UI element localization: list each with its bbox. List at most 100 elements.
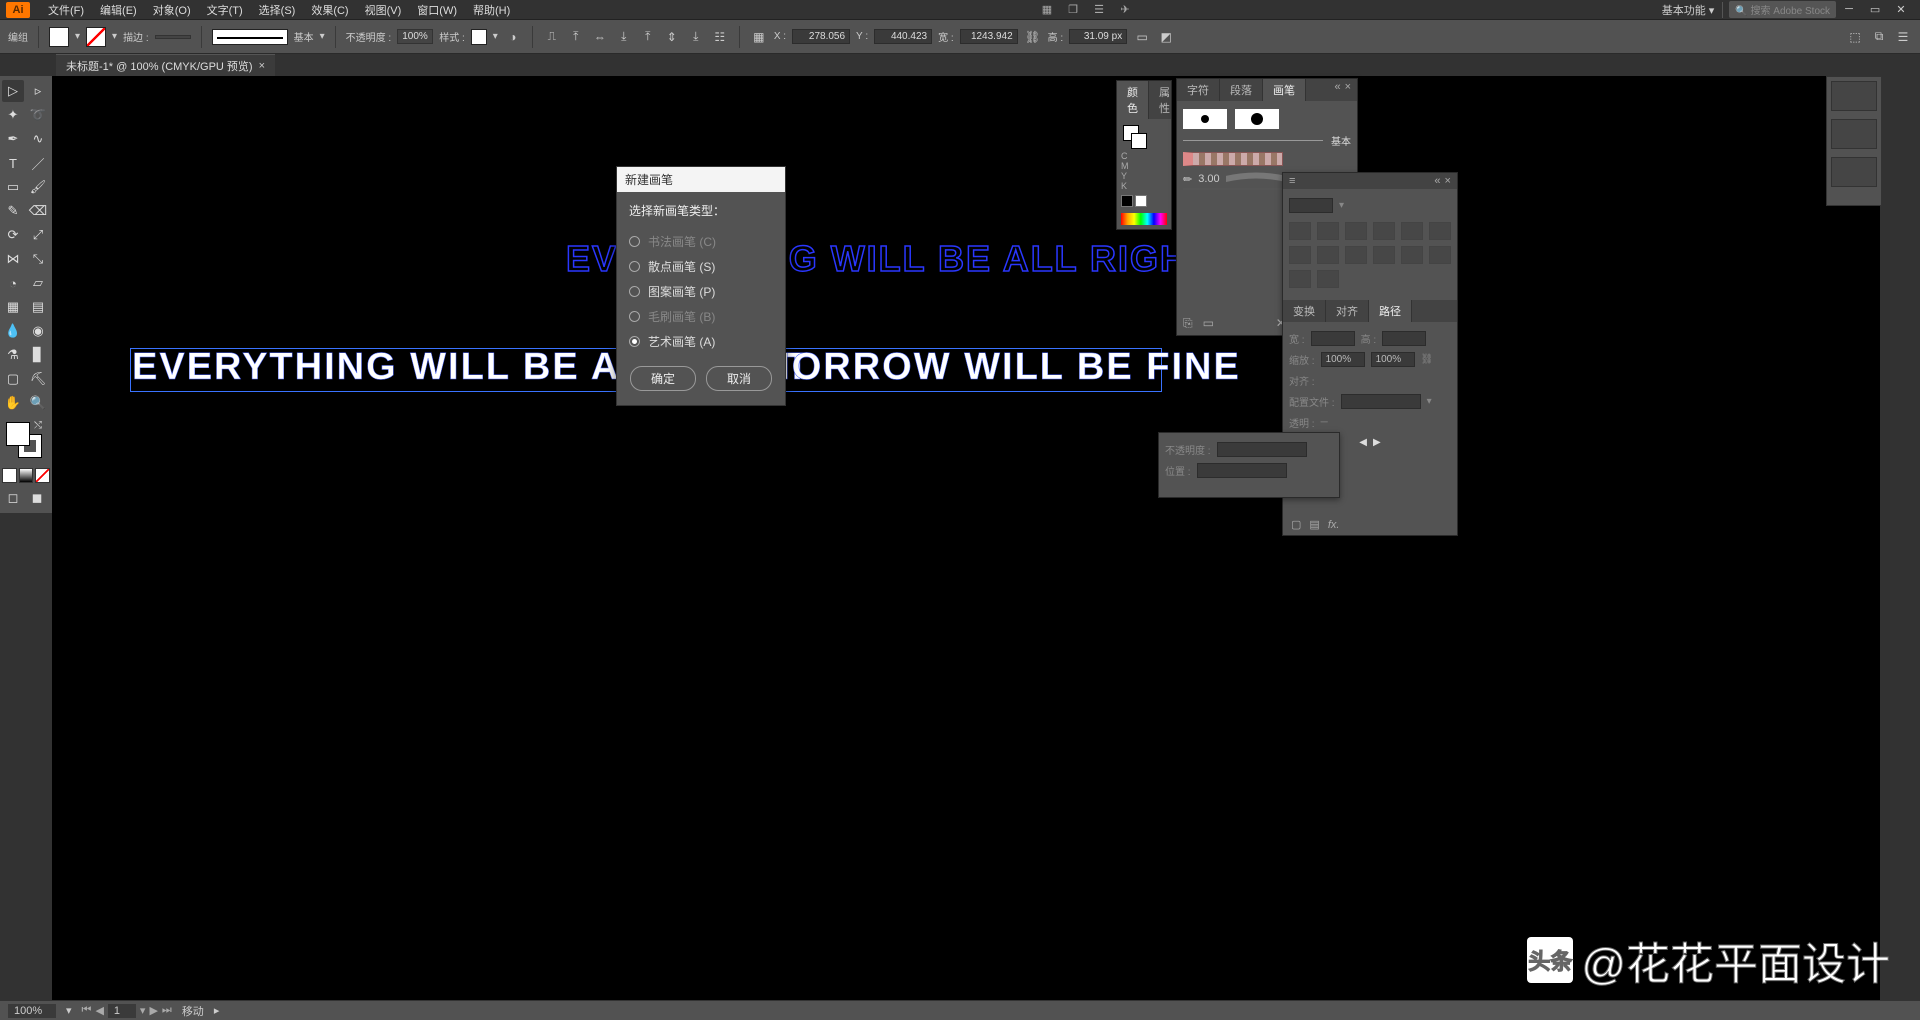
style-dd-icon[interactable]: ▾ — [493, 31, 498, 42]
align-bottom-icon[interactable]: ⤓ — [687, 28, 705, 46]
brush-dd-icon[interactable]: ▾ — [320, 31, 325, 42]
scale-tool[interactable]: ⤢ — [27, 224, 49, 246]
eyedropper-tool[interactable]: 💧 — [2, 320, 24, 342]
perspective-tool[interactable]: ▱ — [27, 272, 49, 294]
align-right-icon[interactable]: ⤓ — [615, 28, 633, 46]
pf-icon-4[interactable] — [1373, 222, 1395, 240]
pf-icon-5[interactable] — [1401, 222, 1423, 240]
brush-option-scatter[interactable]: 散点画笔 (S) — [629, 254, 773, 279]
cancel-button[interactable]: 取消 — [706, 366, 772, 391]
ok-button[interactable]: 确定 — [630, 366, 696, 391]
graph-tool[interactable]: ▊ — [27, 344, 49, 366]
panel-collapse2-icon[interactable]: « — [1434, 175, 1440, 187]
fill-swatch[interactable] — [49, 27, 69, 47]
dock-swatches-icon[interactable] — [1831, 119, 1877, 149]
draw-behind[interactable]: ◼ — [26, 487, 48, 509]
paragraph-tab[interactable]: 段落 — [1220, 79, 1263, 101]
hand-tool[interactable]: ✋ — [2, 392, 24, 414]
style-swatch[interactable] — [471, 29, 487, 45]
menu-window[interactable]: 窗口(W) — [409, 0, 465, 20]
white-swatch[interactable] — [1135, 195, 1147, 207]
bridge-icon[interactable]: ▦ — [1038, 1, 1056, 19]
link-scale-icon[interactable]: ⛓ — [1421, 354, 1434, 365]
zoom-tool[interactable]: 🔍 — [27, 392, 49, 414]
color-tab[interactable]: 颜色 — [1117, 81, 1149, 119]
stroke-dd-icon[interactable]: ▾ — [112, 31, 117, 42]
window-minimize[interactable]: ─ — [1838, 3, 1860, 17]
brush-lib-icon[interactable]: ⎘ — [1183, 316, 1193, 331]
shaper-tool[interactable]: ✎ — [2, 200, 24, 222]
pf-icon-6[interactable] — [1429, 222, 1451, 240]
pf-icon-8[interactable] — [1317, 246, 1339, 264]
blend-tool[interactable]: ◉ — [27, 320, 49, 342]
pathfinder-tab[interactable]: 路径 — [1369, 300, 1412, 322]
selection-tool[interactable]: ▷ — [2, 80, 24, 102]
curvature-tool[interactable]: ∿ — [27, 128, 49, 150]
pf-icon-7[interactable] — [1289, 246, 1311, 264]
dock-brushes-icon[interactable] — [1831, 157, 1877, 187]
opacity-input[interactable]: 100% — [397, 29, 433, 44]
canvas[interactable]: EVERYTHING WILL BE ALL RIGHT EVERYTHING … — [52, 76, 1880, 1000]
align-left-icon[interactable]: ⤒ — [567, 28, 585, 46]
stroke-width-input[interactable] — [155, 35, 191, 39]
menu-effect[interactable]: 效果(C) — [303, 0, 356, 20]
pf-icon-2[interactable] — [1317, 222, 1339, 240]
distribute-icon[interactable]: ☷ — [711, 28, 729, 46]
pf-icon-1[interactable] — [1289, 222, 1311, 240]
line-tool[interactable]: ／ — [27, 152, 49, 174]
constrain-icon[interactable]: ⛓ — [1024, 28, 1042, 46]
fill-dd-icon[interactable]: ▾ — [75, 31, 80, 42]
pf-icon-9[interactable] — [1345, 246, 1367, 264]
pp-height[interactable] — [1382, 331, 1426, 346]
color-swatches[interactable] — [1123, 125, 1147, 149]
nav-prev-icon[interactable]: ◀ — [95, 1004, 103, 1018]
direct-selection-tool[interactable]: ▹ — [27, 80, 49, 102]
none-mode[interactable] — [35, 468, 50, 483]
h-input[interactable]: 31.09 px — [1069, 29, 1127, 44]
nav-next-icon[interactable]: ▶ — [149, 1004, 157, 1018]
arrange-icon[interactable]: ☰ — [1090, 1, 1108, 19]
menu-help[interactable]: 帮助(H) — [465, 0, 518, 20]
brush-option-pattern[interactable]: 图案画笔 (P) — [629, 279, 773, 304]
magic-wand-tool[interactable]: ✦ — [2, 104, 24, 126]
black-swatch[interactable] — [1121, 195, 1133, 207]
document-tab[interactable]: 未标题-1* @ 100% (CMYK/GPU 预览) × — [56, 54, 275, 77]
gpu-icon[interactable]: ✈ — [1116, 1, 1134, 19]
brush-option-art[interactable]: 艺术画笔 (A) — [629, 329, 773, 354]
artboard-tool[interactable]: ▢ — [2, 368, 24, 390]
pf-icon-13[interactable] — [1289, 270, 1311, 288]
pp-layer-icon[interactable]: ▢ — [1291, 518, 1301, 531]
nav-first-icon[interactable]: ⏮ — [82, 1004, 92, 1018]
fill-stroke-swatches[interactable]: ⤭ — [2, 420, 50, 464]
spectrum[interactable] — [1121, 213, 1167, 225]
close-tab-icon[interactable]: × — [259, 60, 265, 72]
gradient-tool[interactable]: ▤ — [27, 296, 49, 318]
edit-contents-icon[interactable]: ⧉ — [1870, 28, 1888, 46]
x-input[interactable]: 278.056 — [792, 29, 850, 44]
menu-object[interactable]: 对象(O) — [145, 0, 199, 20]
pp-width[interactable] — [1311, 331, 1355, 346]
type-tool[interactable]: T — [2, 152, 24, 174]
panel-close-icon[interactable]: × — [1345, 81, 1351, 99]
color-mode[interactable] — [2, 468, 17, 483]
width-tool[interactable]: ⋈ — [2, 248, 24, 270]
symbol-sprayer-tool[interactable]: ⚗ — [2, 344, 24, 366]
character-tab[interactable]: 字符 — [1177, 79, 1220, 101]
panel-collapse-icon[interactable]: « — [1334, 81, 1340, 99]
pp-scale-y[interactable]: 100% — [1371, 352, 1415, 367]
next-icon[interactable]: ▶ — [1373, 437, 1381, 448]
menu-view[interactable]: 视图(V) — [357, 0, 410, 20]
pf-icon-12[interactable] — [1429, 246, 1451, 264]
w-input[interactable]: 1243.942 — [960, 29, 1018, 44]
pf-icon-10[interactable] — [1373, 246, 1395, 264]
pp-profile[interactable] — [1341, 394, 1421, 409]
brush-preview[interactable] — [212, 29, 288, 45]
pf-icon-3[interactable] — [1345, 222, 1367, 240]
pen-tool[interactable]: ✒ — [2, 128, 24, 150]
appearance-opacity[interactable] — [1217, 442, 1307, 457]
align-tab[interactable]: 对齐 — [1326, 300, 1369, 322]
slice-tool[interactable]: ⛏ — [27, 368, 49, 390]
brush-basic-row[interactable]: 基本 — [1183, 131, 1351, 150]
align-hcenter-icon[interactable]: ⇔ — [591, 28, 609, 46]
menu-select[interactable]: 选择(S) — [251, 0, 304, 20]
